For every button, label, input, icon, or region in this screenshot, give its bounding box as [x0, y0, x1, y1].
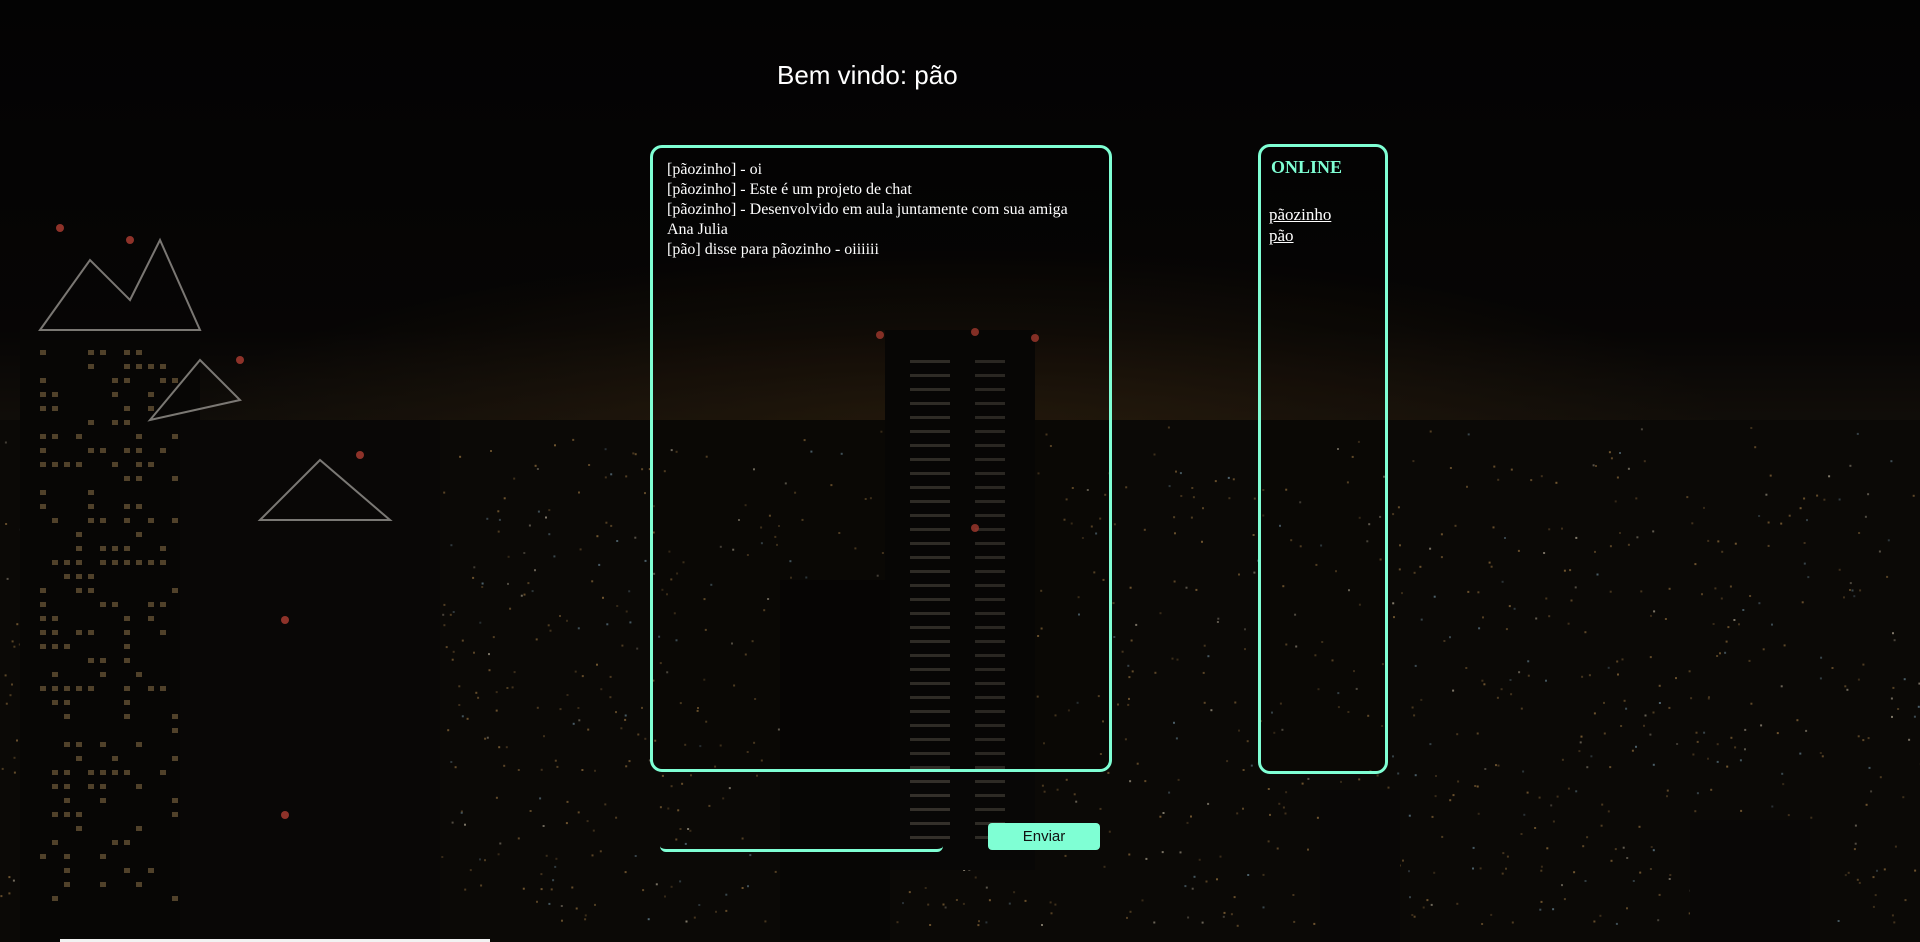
welcome-title: Bem vindo: pão [777, 60, 958, 90]
online-users-list: pãozinho pão [1269, 204, 1377, 246]
online-users-panel: ONLINE pãozinho pão [1258, 144, 1388, 774]
online-user-link[interactable]: pão [1269, 225, 1377, 246]
online-user-link[interactable]: pãozinho [1269, 204, 1377, 225]
chat-message: [pão] disse para pãozinho - oiiiiii [667, 241, 879, 258]
online-title: ONLINE [1271, 157, 1343, 177]
send-button[interactable]: Enviar [988, 823, 1100, 850]
message-input[interactable] [660, 826, 943, 852]
chat-message: [pãozinho] - Desenvolvido em aula juntam… [667, 201, 1068, 238]
chat-messages-panel[interactable]: [pãozinho] - oi [pãozinho] - Este é um p… [650, 145, 1112, 772]
chat-message: [pãozinho] - Este é um projeto de chat [667, 181, 912, 198]
chat-message: [pãozinho] - oi [667, 161, 763, 178]
